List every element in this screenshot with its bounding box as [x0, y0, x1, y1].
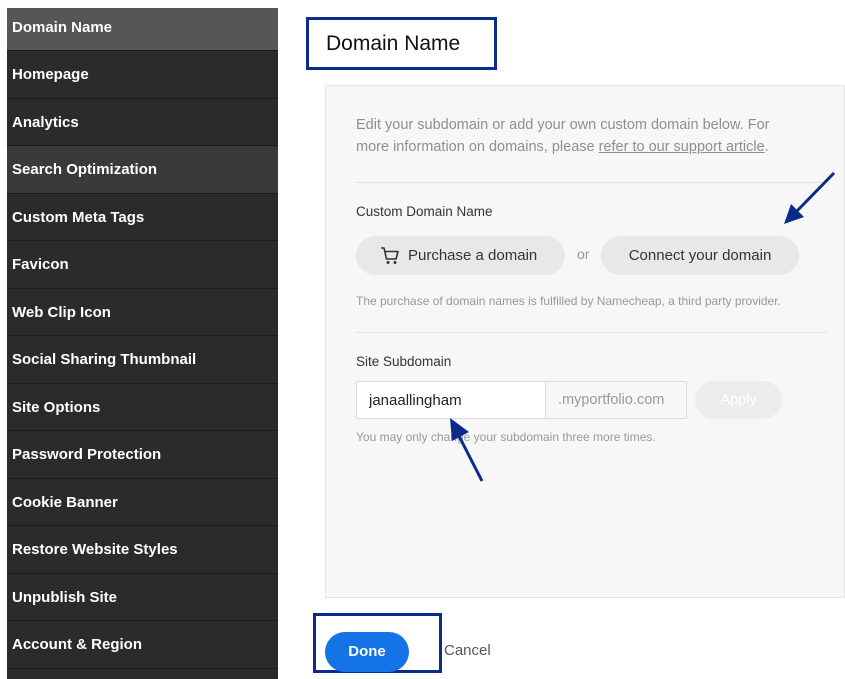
subdomain-input[interactable] — [357, 382, 546, 418]
cancel-button[interactable]: Cancel — [444, 642, 491, 659]
sidebar-item-password-protection[interactable]: Password Protection — [7, 431, 278, 479]
sidebar-item-custom-meta-tags[interactable]: Custom Meta Tags — [7, 194, 278, 241]
sidebar-item-site-options[interactable]: Site Options — [7, 384, 278, 431]
support-article-link[interactable]: refer to our support article — [599, 139, 765, 155]
subdomain-change-note: You may only change your subdomain three… — [356, 430, 656, 444]
subdomain-suffix: .myportfolio.com — [546, 382, 686, 418]
connect-domain-label: Connect your domain — [628, 247, 772, 264]
sidebar-item-cookie-banner[interactable]: Cookie Banner — [7, 479, 278, 526]
sidebar-item-social-sharing-thumbnail[interactable]: Social Sharing Thumbnail — [7, 336, 278, 384]
connect-domain-button[interactable]: Connect your domain — [601, 236, 799, 275]
or-separator: or — [577, 246, 590, 262]
namecheap-note: The purchase of domain names is fulfille… — [356, 294, 781, 308]
site-subdomain-label: Site Subdomain — [356, 354, 452, 369]
custom-domain-label: Custom Domain Name — [356, 204, 493, 219]
intro-period: . — [764, 139, 769, 155]
done-button[interactable]: Done — [325, 632, 409, 672]
intro-text: Edit your subdomain or add your own cust… — [356, 114, 806, 158]
purchase-domain-label: Purchase a domain — [408, 247, 538, 264]
sidebar-item-search-optimization[interactable]: Search Optimization — [7, 146, 278, 194]
divider — [356, 332, 827, 333]
sidebar-item-domain-name[interactable]: Domain Name — [7, 8, 278, 51]
domain-settings-panel: Edit your subdomain or add your own cust… — [325, 85, 845, 598]
settings-sidebar: Domain Name Homepage Analytics Search Op… — [7, 8, 278, 679]
apply-button[interactable]: Apply — [695, 381, 782, 419]
divider — [356, 182, 827, 183]
purchase-domain-button[interactable]: Purchase a domain — [356, 236, 565, 275]
cart-icon — [381, 247, 399, 264]
subdomain-field-group: .myportfolio.com — [356, 381, 687, 419]
sidebar-item-web-clip-icon[interactable]: Web Clip Icon — [7, 289, 278, 336]
sidebar-item-restore-website-styles[interactable]: Restore Website Styles — [7, 526, 278, 574]
sidebar-item-unpublish-site[interactable]: Unpublish Site — [7, 574, 278, 621]
sidebar-item-analytics[interactable]: Analytics — [7, 99, 278, 146]
sidebar-item-favicon[interactable]: Favicon — [7, 241, 278, 289]
sidebar-item-account-region[interactable]: Account & Region — [7, 621, 278, 669]
page-title: Domain Name — [306, 17, 497, 70]
sidebar-item-homepage[interactable]: Homepage — [7, 51, 278, 99]
